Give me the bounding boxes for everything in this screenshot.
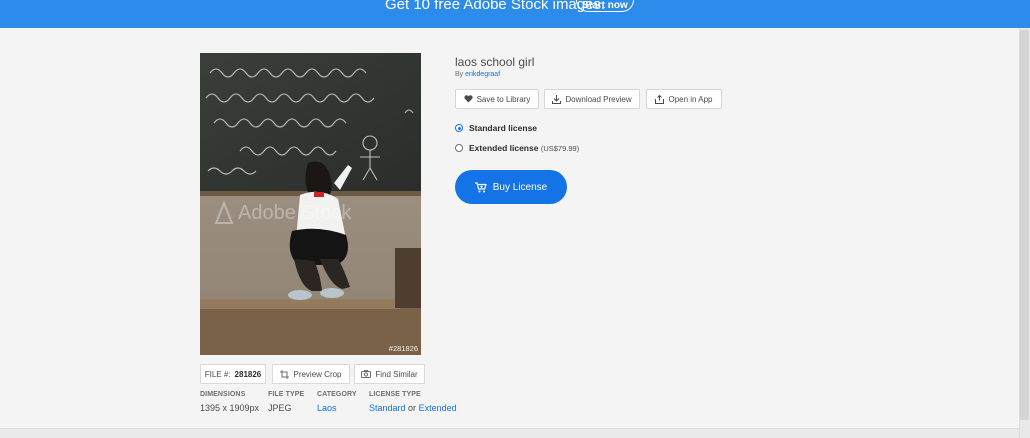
open-in-app-label: Open in App [668, 94, 713, 104]
find-similar-label: Find Similar [375, 369, 418, 379]
license-type-value: Standard or Extended [369, 403, 457, 413]
image-id-overlay: #281826 [388, 344, 418, 353]
byline-prefix: By [455, 71, 464, 78]
preview-crop-label: Preview Crop [293, 369, 342, 379]
buy-license-button[interactable]: Buy License [455, 170, 567, 204]
promo-text: Get 10 free Adobe Stock images. [385, 0, 606, 13]
save-to-library-button[interactable]: Save to Library [455, 89, 539, 109]
extended-license-option[interactable]: Extended license (US$79.99) [455, 143, 579, 153]
standard-license-radio[interactable] [455, 124, 463, 132]
download-icon [552, 94, 562, 104]
find-similar-button[interactable]: Find Similar [354, 364, 425, 384]
author-byline: By erikdegraaf [455, 71, 500, 78]
buy-license-label: Buy License [492, 181, 548, 193]
license-standard-link[interactable]: Standard [369, 403, 406, 413]
camera-icon [361, 370, 372, 378]
scrollbar-thumb[interactable] [1020, 30, 1029, 420]
school-girl-photo: Adobe Stock [200, 53, 421, 355]
preview-crop-button[interactable]: Preview Crop [272, 364, 350, 384]
crop-icon [280, 369, 290, 379]
file-number-chip: FILE #: 281826 [200, 364, 266, 384]
asset-preview-image[interactable]: Adobe Stock #281826 [200, 53, 421, 355]
dimensions-label: DIMENSIONS [200, 391, 246, 398]
license-extended-link[interactable]: Extended [419, 403, 457, 413]
category-label: CATEGORY [317, 391, 357, 398]
file-number-value: 281826 [234, 369, 262, 379]
heart-icon [463, 95, 473, 103]
start-now-button[interactable]: Start now [576, 0, 634, 12]
watermark-text: Adobe Stock [238, 202, 352, 224]
extended-license-radio[interactable] [455, 144, 463, 152]
extended-license-price: (US$79.99) [540, 144, 580, 153]
file-number-label: FILE #: [204, 369, 231, 379]
category-link[interactable]: Laos [317, 403, 337, 413]
cart-icon [474, 181, 487, 192]
promo-banner: Get 10 free Adobe Stock images. Start no… [0, 0, 1030, 28]
license-type-label: LICENSE TYPE [369, 391, 421, 398]
page-footer-strip [0, 428, 1019, 438]
standard-license-option[interactable]: Standard license [455, 123, 537, 133]
dimensions-value: 1395 x 1909px [200, 403, 260, 413]
download-preview-button[interactable]: Download Preview [544, 89, 640, 109]
file-type-label: FILE TYPE [268, 391, 305, 398]
share-icon [655, 94, 665, 104]
asset-title: laos school girl [455, 55, 535, 69]
license-or-text: or [408, 403, 417, 413]
download-preview-label: Download Preview [565, 94, 632, 104]
standard-license-label: Standard license [469, 123, 538, 133]
open-in-app-button[interactable]: Open in App [646, 89, 722, 109]
extended-license-text: Extended license (US$79.99) [469, 143, 579, 153]
author-link[interactable]: erikdegraaf [465, 71, 500, 78]
extended-license-label: Extended license [469, 143, 539, 153]
asset-detail-page [0, 28, 1019, 428]
file-type-value: JPEG [268, 403, 292, 413]
save-to-library-label: Save to Library [476, 94, 531, 104]
